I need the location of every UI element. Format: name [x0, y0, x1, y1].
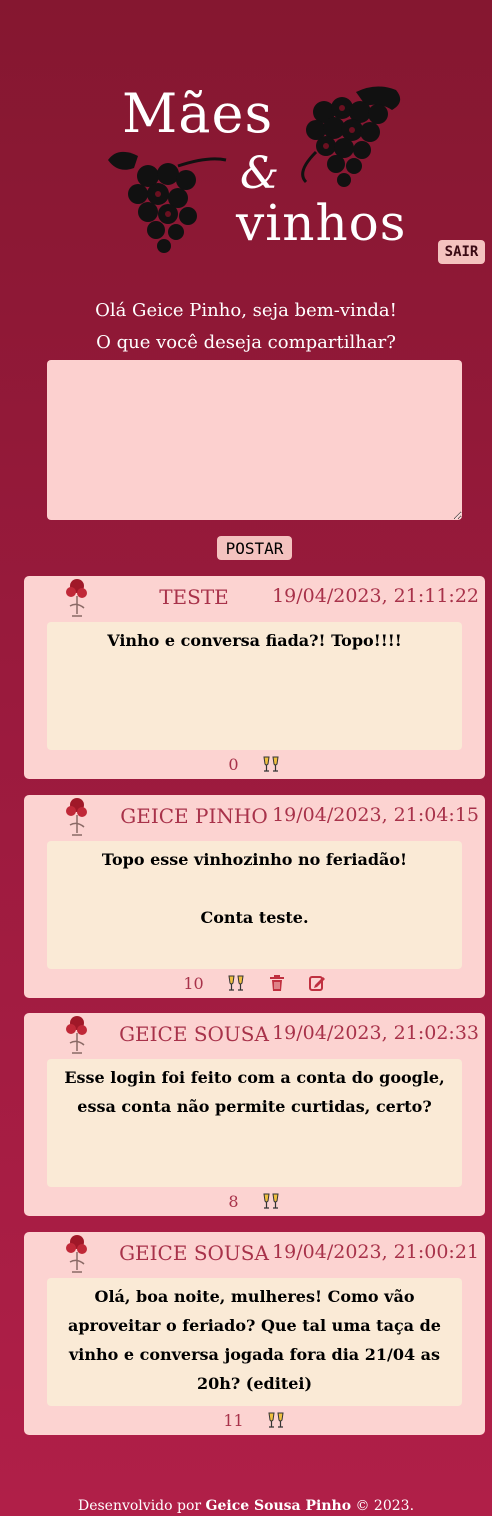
toast-glasses-icon[interactable] — [261, 754, 281, 774]
wine-glass-avatar-icon — [66, 1235, 87, 1273]
wine-glass-avatar-icon — [66, 798, 87, 836]
site-logo: Mães & vinhos — [0, 0, 492, 270]
post-author: GEICE PINHO — [120, 804, 268, 828]
toast-glasses-icon[interactable] — [226, 973, 246, 993]
footer-copyright: © 2023. — [355, 1498, 415, 1514]
post-text: Vinho e conversa fiada?! Topo!!!! — [47, 622, 462, 750]
logo-ampersand: & — [240, 148, 281, 199]
wine-glass-avatar-icon — [66, 579, 87, 617]
like-count: 11 — [223, 1410, 244, 1430]
post-actions: 11 — [24, 1409, 485, 1431]
trash-icon[interactable] — [268, 974, 286, 992]
post-text: Olá, boa noite, mulheres! Como vão aprov… — [47, 1278, 462, 1406]
toast-glasses-icon[interactable] — [266, 1410, 286, 1430]
post-date: 19/04/2023, 21:04:15 — [272, 804, 479, 826]
post-text: Esse login foi feito com a conta do goog… — [47, 1059, 462, 1187]
post-button[interactable]: POSTAR — [217, 536, 292, 560]
post-card: TESTE 19/04/2023, 21:11:22 Vinho e conve… — [24, 576, 485, 779]
post-actions: 0 — [24, 753, 485, 775]
post-author: GEICE SOUSA — [119, 1022, 269, 1046]
footer-author: Geice Sousa Pinho — [205, 1498, 352, 1514]
post-date: 19/04/2023, 21:02:33 — [272, 1022, 479, 1044]
edit-icon[interactable] — [308, 974, 326, 992]
toast-glasses-icon[interactable] — [261, 1191, 281, 1211]
post-actions: 10 — [24, 972, 485, 994]
post-text: Topo esse vinhozinho no feriadão! Conta … — [47, 841, 462, 969]
footer-prefix: Desenvolvido por — [77, 1498, 202, 1514]
share-prompt: O que você deseja compartilhar? — [96, 332, 396, 353]
logo-text-maes: Mães — [122, 82, 274, 145]
post-author: GEICE SOUSA — [119, 1241, 269, 1265]
post-card: GEICE SOUSA 19/04/2023, 21:02:33 Esse lo… — [24, 1013, 485, 1216]
logout-button[interactable]: SAIR — [438, 240, 485, 264]
like-count: 0 — [228, 754, 239, 774]
post-actions: 8 — [24, 1190, 485, 1212]
wine-glass-avatar-icon — [66, 1016, 87, 1054]
post-author: TESTE — [159, 585, 229, 609]
grapes-right-icon — [301, 86, 401, 187]
post-card: GEICE SOUSA 19/04/2023, 21:00:21 Olá, bo… — [24, 1232, 485, 1435]
post-card: GEICE PINHO 19/04/2023, 21:04:15 Topo es… — [24, 795, 485, 998]
like-count: 8 — [228, 1191, 239, 1211]
post-date: 19/04/2023, 21:11:22 — [272, 585, 479, 607]
like-count: 10 — [183, 973, 204, 993]
grapes-left-icon — [108, 151, 227, 253]
logo-text-vinhos: vinhos — [236, 194, 407, 252]
site-footer: Desenvolvido por Geice Sousa Pinho © 202… — [0, 1498, 492, 1514]
greeting-message: Olá Geice Pinho, seja bem-vinda! — [95, 300, 397, 321]
post-date: 19/04/2023, 21:00:21 — [272, 1241, 479, 1263]
post-textarea[interactable] — [47, 360, 462, 520]
